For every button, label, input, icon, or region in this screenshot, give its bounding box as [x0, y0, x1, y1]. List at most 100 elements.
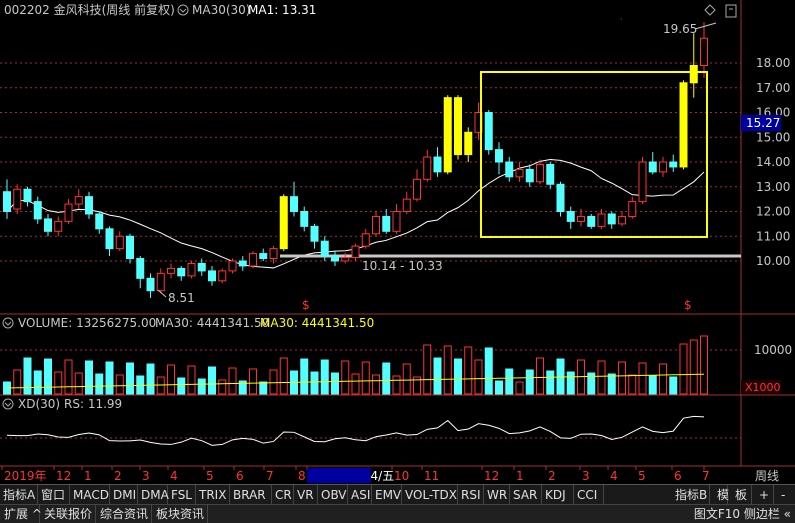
bottom-tab-2[interactable]: 综合资讯 — [96, 505, 152, 523]
dividend-marker-2[interactable]: $ — [684, 298, 692, 312]
candle-body — [454, 97, 462, 156]
candle-body — [525, 168, 534, 183]
candle-body — [433, 156, 442, 173]
volume-bar — [187, 365, 196, 395]
volume-bar — [44, 358, 52, 395]
candle-body — [618, 215, 626, 225]
selected-date-box — [307, 468, 371, 483]
right-tab-0[interactable]: 指标B — [672, 485, 710, 505]
volume-bar — [361, 361, 370, 395]
volume-bar — [95, 373, 104, 395]
candle-body — [228, 260, 237, 272]
bottom-right-links[interactable]: 图文F10 侧边栏 « — [690, 505, 795, 523]
xd-label: XD(30) — [18, 397, 60, 411]
indicator-tab-8[interactable]: CR — [272, 485, 294, 505]
point-mark: · — [620, 15, 623, 24]
bottom-toolbar: 图文F10 侧边栏 « 扩展 ^ 关联报价 综合资讯 板块资讯 — [0, 504, 795, 523]
indicator-tab-12[interactable]: EMV — [372, 485, 402, 505]
indicator-tab-9[interactable]: VR — [294, 485, 318, 505]
time-label: 5 — [638, 469, 646, 483]
volume-bar — [54, 371, 63, 395]
volume-bar — [33, 370, 42, 395]
volume-bar — [515, 381, 524, 395]
right-tab-2[interactable]: 板 — [732, 485, 752, 505]
volume-bar — [536, 357, 544, 395]
time-label: 7 — [266, 469, 274, 483]
volume-bar — [546, 370, 555, 395]
candle-body — [177, 267, 186, 277]
volume-bar — [618, 361, 626, 395]
candle-body — [187, 262, 196, 277]
indicator-tab-3[interactable]: DMI — [110, 485, 138, 505]
volume-bar — [402, 363, 411, 395]
volume-bar — [74, 372, 83, 395]
volume-bar — [23, 357, 32, 395]
time-label: 4 — [610, 469, 618, 483]
volume-bar — [423, 344, 432, 395]
volume-bar — [454, 358, 462, 395]
indicator-tab-4[interactable]: DMA — [138, 485, 169, 505]
dividend-marker-1[interactable]: $ — [302, 298, 310, 312]
volume-bar — [648, 375, 657, 395]
indicator-tab-14[interactable]: RSI — [458, 485, 484, 505]
indicator-tab-13[interactable]: VOL-TDX — [402, 485, 458, 505]
time-label: 8 — [298, 469, 306, 483]
indicator-toolbar: 指标A 窗口 MACD DMI DMA FSL TRIX BRAR CR VR OBV ASI EMV V… — [0, 484, 795, 505]
volume-bar — [474, 359, 483, 395]
indicator-tab-10[interactable]: OBV — [318, 485, 348, 505]
candle-body — [669, 161, 678, 168]
volume-bar — [249, 368, 257, 395]
right-tab-1[interactable]: 模 — [714, 485, 729, 505]
indicator-tab-1[interactable]: 窗口 — [38, 485, 70, 505]
candle-body — [54, 220, 63, 232]
volume-bar — [310, 371, 319, 395]
candle-body — [259, 253, 268, 260]
candle-body — [197, 262, 206, 272]
candle-body — [44, 218, 52, 232]
indicator-tab-7[interactable]: BRAR — [230, 485, 272, 505]
candle-body — [105, 228, 114, 250]
volume-bar — [300, 358, 309, 395]
indicator-tab-18[interactable]: CCI — [574, 485, 604, 505]
bottom-tab-1[interactable]: 关联报价 — [40, 505, 96, 523]
volume-bar — [597, 360, 606, 395]
indicator-tab-15[interactable]: WR — [484, 485, 510, 505]
volume-ma30-label-2: MA30: 4441341.50 — [260, 316, 374, 330]
stock-chart-canvas[interactable]: 002202 金风科技(周线 前复权) MA30(30) MA1: 13.31 … — [0, 0, 795, 522]
candle-body — [382, 215, 391, 232]
period-label[interactable]: 周线 — [755, 469, 779, 483]
indicator-tab-6[interactable]: TRIX — [196, 485, 230, 505]
candle-body — [638, 161, 647, 203]
candle-body — [64, 203, 73, 222]
candle-body — [546, 163, 555, 185]
volume-bar — [146, 363, 155, 395]
indicator-tab-11[interactable]: ASI — [348, 485, 372, 505]
bottom-tab-3[interactable]: 板块资讯 — [152, 505, 208, 523]
indicator-tab-16[interactable]: SAR — [510, 485, 542, 505]
volume-bar — [64, 359, 73, 395]
candle-body — [331, 255, 339, 262]
time-label: 2019年 — [4, 469, 47, 483]
price-tick: 12.00 — [756, 205, 790, 219]
candle-body — [249, 253, 257, 267]
indicator-tab-17[interactable]: KDJ — [542, 485, 574, 505]
time-label: 10 — [394, 469, 409, 483]
time-label: 1 — [516, 469, 524, 483]
volume-bar — [351, 373, 360, 395]
candle-body — [279, 196, 288, 250]
indicator-tab-2[interactable]: MACD — [70, 485, 110, 505]
volume-bar — [566, 371, 575, 395]
volume-ma30-label: MA30: 4441341.50 — [155, 316, 269, 330]
candle-body — [85, 196, 93, 215]
volume-bar — [269, 369, 278, 395]
candle-body — [361, 233, 370, 247]
right-tab-4[interactable]: - — [778, 485, 795, 505]
right-tab-3[interactable]: + — [756, 485, 774, 505]
range-label: 10.14 - 10.33 — [362, 259, 443, 273]
bottom-tab-0[interactable]: 扩展 ^ — [0, 505, 42, 523]
indicator-tab-5[interactable]: FSL — [168, 485, 196, 505]
indicator-tab-0[interactable]: 指标A — [0, 485, 38, 505]
volume-unit: X1000 — [745, 381, 781, 394]
candle-body — [238, 260, 247, 267]
candle-body — [74, 196, 83, 205]
